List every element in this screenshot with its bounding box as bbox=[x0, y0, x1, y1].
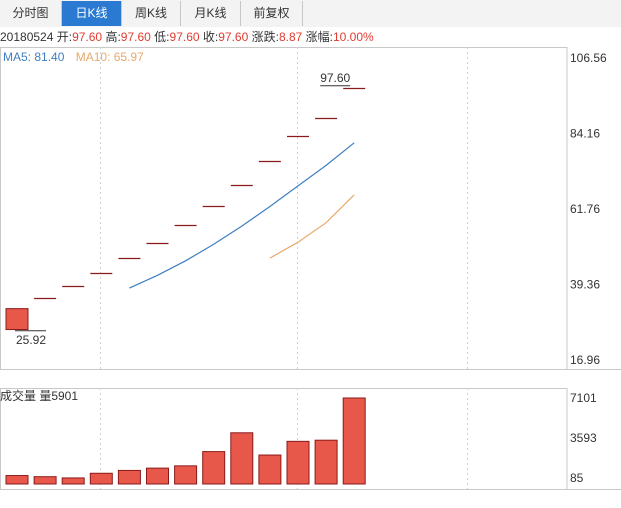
min-price-label: 25.92 bbox=[16, 333, 46, 347]
volume-bar bbox=[5, 475, 29, 485]
candle bbox=[5, 308, 29, 331]
price-tick-label: 106.56 bbox=[570, 51, 607, 65]
volume-bar bbox=[61, 477, 85, 485]
kline-chart: 106.56 84.16 61.76 39.36 16.96 7101 3593 85 97.… bbox=[0, 47, 621, 490]
price-tick-label: 61.76 bbox=[570, 202, 600, 216]
volume-title: 成交量 量5901 bbox=[0, 389, 79, 403]
volume-bar bbox=[342, 397, 366, 485]
ma5-line bbox=[129, 142, 355, 289]
candles bbox=[5, 87, 366, 331]
volume-tick-label: 85 bbox=[570, 471, 584, 485]
volume-bar bbox=[230, 432, 254, 485]
volume-bar bbox=[33, 476, 57, 485]
ma10-line bbox=[269, 194, 355, 259]
annotations: 97.60 25.92 bbox=[15, 71, 351, 347]
price-tick-label: 39.36 bbox=[570, 278, 600, 292]
volume-tick-label: 7101 bbox=[570, 391, 597, 405]
volume-bar bbox=[117, 469, 141, 485]
volume-bar bbox=[89, 472, 113, 485]
volume-panel-frame bbox=[0, 388, 568, 490]
axis-ticks: 106.56 84.16 61.76 39.36 16.96 7101 3593 85 bbox=[570, 51, 607, 485]
volume-tick-label: 3593 bbox=[570, 431, 597, 445]
ma-lines bbox=[129, 142, 355, 289]
volume-bar bbox=[174, 465, 198, 485]
volume-bar bbox=[258, 454, 282, 485]
volume-bar bbox=[314, 439, 338, 485]
max-price-label: 97.60 bbox=[320, 71, 350, 85]
volume-bars bbox=[5, 397, 366, 485]
volume-bar bbox=[286, 440, 310, 485]
chart-grid bbox=[0, 47, 621, 490]
price-panel-frame bbox=[0, 47, 568, 370]
volume-bar bbox=[146, 467, 169, 485]
volume-bar bbox=[202, 451, 226, 485]
candle-body bbox=[5, 308, 29, 331]
price-tick-label: 16.96 bbox=[570, 353, 600, 367]
price-tick-label: 84.16 bbox=[570, 127, 600, 141]
